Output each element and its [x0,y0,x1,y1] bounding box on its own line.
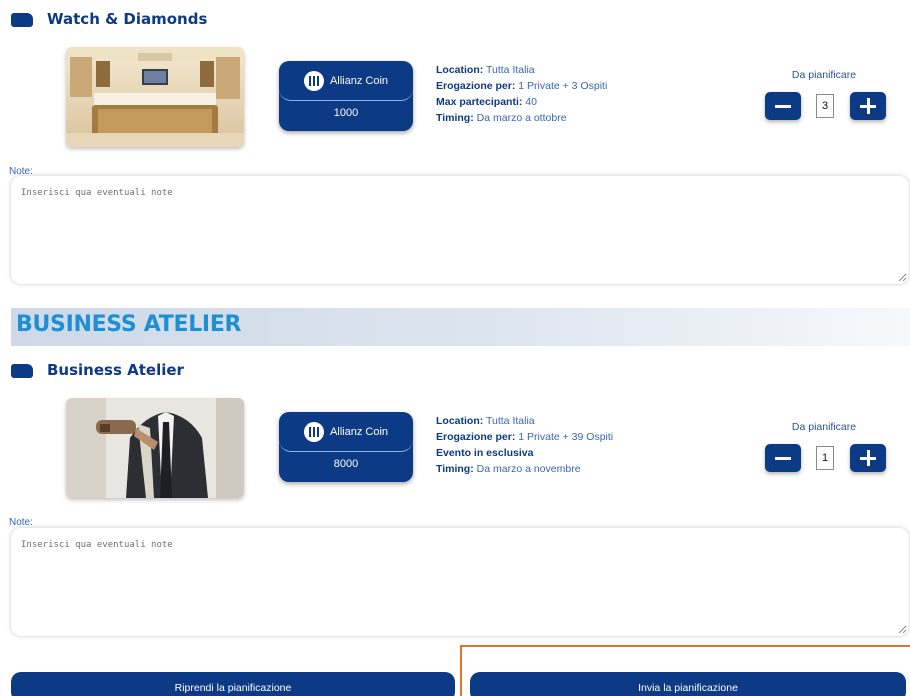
detail-value: 40 [525,96,537,108]
allianz-logo-icon [303,70,324,91]
detail-value: Da marzo a novembre [476,463,581,475]
plan-label: Da pianificare [791,69,857,81]
bullet-square-icon [11,364,33,378]
detail-value: Tutta Italia [485,415,535,427]
item-title: Watch & Diamonds [47,10,208,28]
note-textarea[interactable]: Inserisci qua eventuali note [11,528,909,636]
quantity-input[interactable]: 3 [816,94,834,118]
item-title: Business Atelier [47,361,184,379]
increment-button[interactable] [850,444,886,472]
detail-label: Erogazione per: [436,80,516,92]
plan-label: Da pianificare [791,421,857,433]
note-label: Note: [9,517,33,528]
detail-label: Location: [436,415,484,427]
detail-label: Timing: [436,112,474,124]
detail-value: 1 Private + 39 Ospiti [518,431,614,443]
quantity-input[interactable]: 1 [816,446,834,470]
section-title: BUSINESS ATELIER [16,312,242,337]
resize-grip-icon[interactable] [898,273,907,282]
allianz-coin-badge: Allianz Coin 8000 [279,412,413,482]
detail-label: Location: [436,64,484,76]
note-placeholder: Inserisci qua eventuali note [21,188,173,198]
detail-value: Tutta Italia [485,64,535,76]
allianz-logo-icon [303,421,324,442]
bullet-square-icon [11,13,33,27]
detail-value: Da marzo a ottobre [476,112,567,124]
product-image [66,398,244,498]
coin-brand: Allianz Coin [329,425,389,438]
coin-brand: Allianz Coin [329,74,389,87]
detail-label: Timing: [436,463,474,475]
detail-label: Max partecipanti: [436,96,523,108]
note-placeholder: Inserisci qua eventuali note [21,540,173,550]
resume-planning-button[interactable]: Riprendi la pianificazione [11,672,455,696]
focus-highlight [460,645,910,696]
allianz-coin-badge: Allianz Coin 1000 [279,61,413,131]
section-header: BUSINESS ATELIER [11,308,910,346]
item-details: Location: Tutta Italia Erogazione per: 1… [436,62,607,126]
detail-value: 1 Private + 3 Ospiti [518,80,608,92]
minus-icon [775,105,791,108]
resize-grip-icon[interactable] [898,625,907,634]
note-textarea[interactable]: Inserisci qua eventuali note [11,176,909,284]
decrement-button[interactable] [765,444,801,472]
increment-button[interactable] [850,92,886,120]
product-image [66,47,244,147]
coin-value: 1000 [333,107,359,119]
minus-icon [775,457,791,460]
decrement-button[interactable] [765,92,801,120]
detail-label: Evento in esclusiva [436,447,534,459]
item-details: Location: Tutta Italia Erogazione per: 1… [436,413,613,477]
detail-label: Erogazione per: [436,431,516,443]
coin-value: 8000 [333,458,359,470]
